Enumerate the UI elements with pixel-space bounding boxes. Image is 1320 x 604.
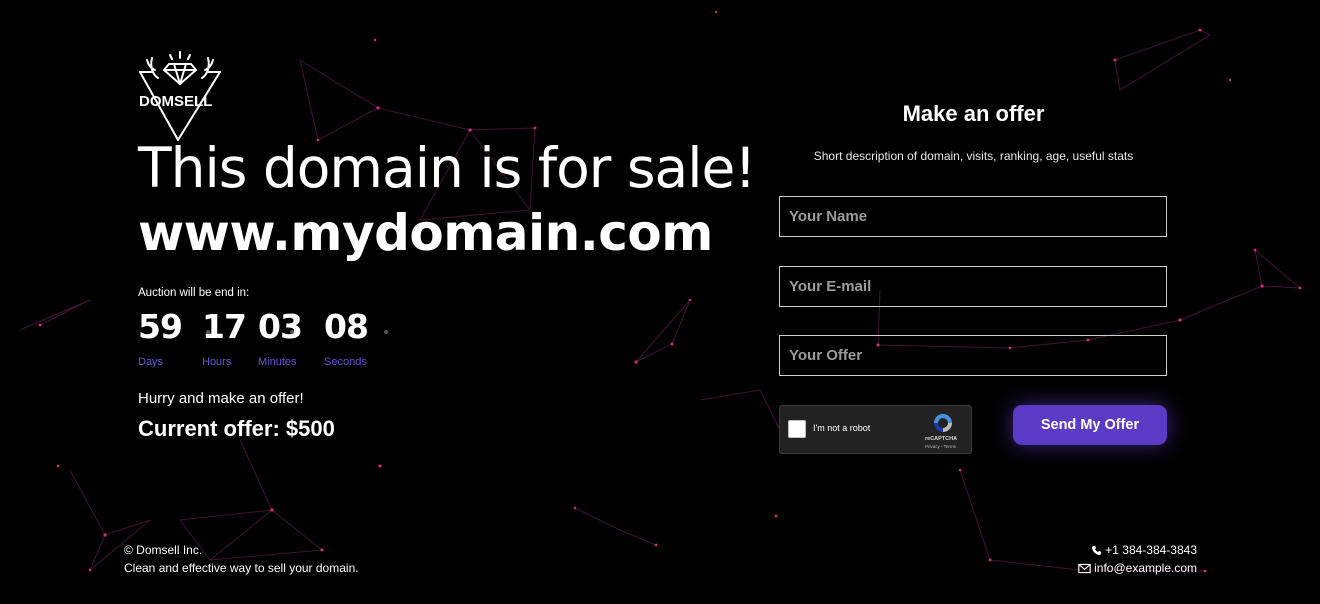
offer-input[interactable] (780, 336, 1166, 375)
footer-left: © Domsell Inc. Clean and effective way t… (124, 541, 359, 577)
recaptcha-brand: reCAPTCHA (925, 436, 958, 442)
domsell-logo[interactable]: DOMSELL (138, 50, 224, 142)
days-value: 59 (138, 307, 183, 346)
domain-name: www.mydomain.com (138, 204, 713, 262)
countdown-separator (289, 322, 295, 334)
name-input[interactable] (780, 197, 1166, 236)
countdown-seconds: 08 Seconds (324, 306, 394, 368)
email-input[interactable] (780, 267, 1166, 306)
recaptcha-widget[interactable]: I'm not a robot reCAPTCHA Privacy - Term… (779, 405, 972, 454)
current-offer: Current offer: $500 (138, 416, 335, 441)
send-offer-button[interactable]: Send My Offer (1013, 405, 1167, 445)
countdown-separator (205, 322, 211, 334)
headline: This domain is for sale! (138, 136, 756, 200)
footer-contact: +1 384-384-3843 info@example.com (1060, 541, 1197, 577)
offer-field[interactable] (779, 335, 1167, 376)
recaptcha-label: I'm not a robot (813, 423, 871, 433)
seconds-label: Seconds (324, 356, 367, 368)
recaptcha-terms[interactable]: Privacy - Terms (925, 444, 956, 449)
countdown-hours: 17 Hours (202, 306, 258, 368)
email-address[interactable]: info@example.com (1094, 559, 1197, 577)
tagline: Clean and effective way to sell your dom… (124, 561, 359, 575)
recaptcha-icon (934, 414, 952, 432)
envelope-icon (1078, 563, 1091, 573)
recaptcha-checkbox[interactable] (788, 420, 806, 438)
phone-row[interactable]: +1 384-384-3843 (1060, 541, 1197, 559)
countdown-timer: 59 Days 17 Hours 03 Minutes 08 Seconds (138, 306, 394, 368)
brand-name: DOMSELL (139, 93, 213, 110)
phone-icon (1092, 545, 1102, 555)
name-field[interactable] (779, 196, 1167, 237)
countdown-separator (383, 322, 389, 334)
email-field[interactable] (779, 266, 1167, 307)
auction-label: Auction will be end in: (138, 287, 250, 299)
days-label: Days (138, 356, 164, 368)
minutes-label: Minutes (258, 356, 297, 368)
hours-label: Hours (202, 356, 232, 368)
email-row[interactable]: info@example.com (1060, 559, 1197, 577)
phone-number[interactable]: +1 384-384-3843 (1105, 541, 1197, 559)
countdown-minutes: 03 Minutes (258, 306, 324, 368)
countdown-days: 59 Days (138, 306, 202, 368)
form-title: Make an offer (902, 101, 1045, 126)
copyright: © Domsell Inc. (124, 543, 203, 557)
form-description: Short description of domain, visits, ran… (813, 149, 1134, 163)
hurry-text: Hurry and make an offer! (138, 390, 304, 407)
